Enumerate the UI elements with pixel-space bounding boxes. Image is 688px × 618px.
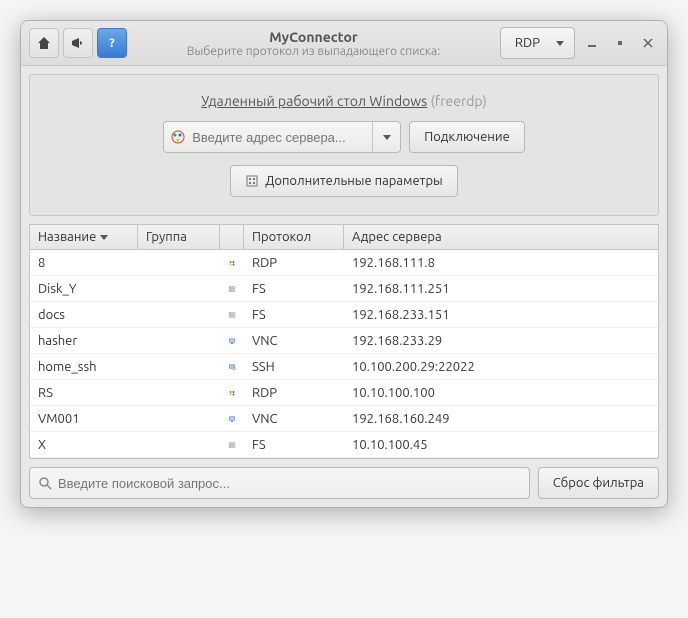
column-header-icon[interactable] <box>220 225 244 249</box>
cell-protocol: FS <box>244 438 344 452</box>
table-row[interactable]: hasher VNC192.168.233.29 <box>30 328 658 354</box>
address-dropdown-toggle[interactable] <box>372 122 400 152</box>
table-row[interactable]: 8 RDP192.168.111.8 <box>30 250 658 276</box>
svg-text:?: ? <box>109 37 114 50</box>
protocol-icon <box>220 281 244 297</box>
search-icon <box>38 476 52 490</box>
maximize-button[interactable] <box>609 32 631 54</box>
connection-panel: Удаленный рабочий стол Windows (freerdp)… <box>29 74 659 216</box>
connections-table: Название Группа Протокол Адрес сервера 8… <box>29 224 659 459</box>
protocol-dropdown-value: RDP <box>515 36 540 50</box>
advanced-params-label: Дополнительные параметры <box>265 174 442 188</box>
help-icon: ? <box>105 36 119 50</box>
cell-name: docs <box>30 308 138 322</box>
protocol-icon <box>220 255 244 271</box>
column-header-group[interactable]: Группа <box>138 225 220 249</box>
connect-button[interactable]: Подключение <box>409 121 525 153</box>
cell-address: 10.10.100.45 <box>344 438 658 452</box>
protocol-dropdown[interactable]: RDP <box>500 27 575 59</box>
reset-filter-label: Сброс фильтра <box>553 476 644 490</box>
table-row[interactable]: home_ssh SSH10.100.200.29:22022 <box>30 354 658 380</box>
minimize-icon <box>587 38 597 48</box>
table-row[interactable]: Disk_Y FS192.168.111.251 <box>30 276 658 302</box>
protocol-icon <box>220 307 244 323</box>
cell-protocol: VNC <box>244 334 344 348</box>
cell-protocol: FS <box>244 308 344 322</box>
cell-address: 10.100.200.29:22022 <box>344 360 658 374</box>
close-icon <box>643 38 653 48</box>
protocol-icon <box>220 437 244 453</box>
globe-icon <box>164 122 192 152</box>
protocol-icon <box>220 333 244 349</box>
connect-button-label: Подключение <box>424 130 510 144</box>
table-header: Название Группа Протокол Адрес сервера <box>30 225 658 250</box>
cell-name: home_ssh <box>30 360 138 374</box>
table-body: 8RDP192.168.111.8Disk_YFS192.168.111.251… <box>30 250 658 458</box>
chevron-down-icon <box>556 41 564 46</box>
cell-name: RS <box>30 386 138 400</box>
table-row[interactable]: RS RDP10.10.100.100 <box>30 380 658 406</box>
column-header-address[interactable]: Адрес сервера <box>344 225 658 249</box>
panel-headline: Удаленный рабочий стол Windows (freerdp) <box>201 93 487 109</box>
cell-protocol: SSH <box>244 360 344 374</box>
search-field[interactable] <box>29 467 530 499</box>
cell-address: 192.168.160.249 <box>344 412 658 426</box>
window-title: MyConnector <box>127 29 500 45</box>
cell-address: 192.168.233.29 <box>344 334 658 348</box>
cell-protocol: RDP <box>244 256 344 270</box>
cell-name: 8 <box>30 256 138 270</box>
cell-protocol: VNC <box>244 412 344 426</box>
advanced-params-button[interactable]: Дополнительные параметры <box>230 165 457 197</box>
app-window: ? MyConnector Выберите протокол из выпад… <box>20 20 668 508</box>
titlebar: ? MyConnector Выберите протокол из выпад… <box>21 21 667 66</box>
cell-name: VM001 <box>30 412 138 426</box>
address-combobox[interactable] <box>163 121 401 153</box>
cell-name: hasher <box>30 334 138 348</box>
cell-name: Disk_Y <box>30 282 138 296</box>
minimize-button[interactable] <box>581 32 603 54</box>
help-button[interactable]: ? <box>97 28 127 58</box>
table-row[interactable]: VM001 VNC192.168.160.249 <box>30 406 658 432</box>
sort-indicator-icon <box>100 235 108 240</box>
window-subtitle: Выберите протокол из выпадающего списка: <box>127 45 500 58</box>
search-input[interactable] <box>58 476 521 491</box>
chevron-down-icon <box>383 135 391 140</box>
column-header-protocol[interactable]: Протокол <box>244 225 344 249</box>
cell-name: X <box>30 438 138 452</box>
protocol-backend-label: (freerdp) <box>430 93 486 109</box>
cell-protocol: FS <box>244 282 344 296</box>
cell-address: 192.168.111.251 <box>344 282 658 296</box>
cell-protocol: RDP <box>244 386 344 400</box>
close-button[interactable] <box>637 32 659 54</box>
maximize-icon <box>614 37 626 49</box>
settings-icon <box>245 174 259 188</box>
cell-address: 10.10.100.100 <box>344 386 658 400</box>
address-input[interactable] <box>192 122 372 152</box>
home-icon <box>36 35 52 51</box>
table-row[interactable]: docs FS192.168.233.151 <box>30 302 658 328</box>
megaphone-icon <box>70 35 86 51</box>
home-button[interactable] <box>29 28 59 58</box>
cell-address: 192.168.111.8 <box>344 256 658 270</box>
protocol-icon <box>220 359 244 375</box>
table-row[interactable]: X FS10.10.100.45 <box>30 432 658 458</box>
protocol-description-link[interactable]: Удаленный рабочий стол Windows <box>201 93 427 109</box>
protocol-icon <box>220 411 244 427</box>
reset-filter-button[interactable]: Сброс фильтра <box>538 467 659 499</box>
column-header-name[interactable]: Название <box>30 225 138 249</box>
broadcast-button[interactable] <box>63 28 93 58</box>
cell-address: 192.168.233.151 <box>344 308 658 322</box>
protocol-icon <box>220 385 244 401</box>
